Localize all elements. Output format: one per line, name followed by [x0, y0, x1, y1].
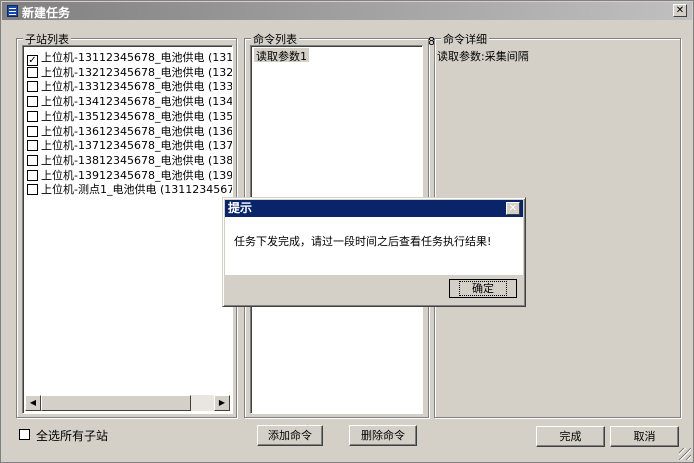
station-label: 上位机-13512345678_电池供电 (135123	[41, 109, 233, 123]
station-checkbox[interactable]	[27, 125, 38, 137]
station-label: 上位机-13412345678_电池供电 (134123	[41, 95, 233, 109]
station-label: 上位机-13612345678_电池供电 (136123	[41, 124, 233, 138]
station-label: 上位机-13812345678_电池供电 (138123	[41, 153, 233, 167]
station-label: 上位机-13312345678_电池供电 (133123	[41, 80, 233, 94]
station-list-hscrollbar[interactable]: ◀ ▶	[25, 395, 230, 411]
delete-command-button[interactable]: 删除命令	[349, 425, 417, 446]
station-list-item[interactable]: 上位机-13612345678_电池供电 (136123	[27, 123, 233, 138]
command-detail-group-title: 命令详细	[441, 31, 489, 47]
station-checkbox[interactable]	[27, 96, 38, 108]
cancel-button[interactable]: 取消	[610, 426, 679, 447]
station-label: 上位机-13112345678_电池供电 (131123	[41, 51, 233, 64]
station-label: 上位机-13212345678_电池供电 (132123	[41, 65, 233, 79]
dialog-title: 提示	[228, 201, 253, 215]
station-checkbox[interactable]	[27, 169, 38, 181]
station-checkbox[interactable]: ✓	[27, 55, 38, 66]
finish-button[interactable]: 完成	[536, 426, 605, 447]
station-checkbox[interactable]	[27, 66, 38, 78]
notice-dialog: 提示 ✕ 任务下发完成，请过一段时间之后查看任务执行结果! 确定	[222, 197, 526, 307]
station-checkbox[interactable]	[27, 154, 38, 166]
station-list-item[interactable]: 上位机-13212345678_电池供电 (132123	[27, 64, 233, 79]
dialog-title-bar: 提示 ✕	[225, 200, 523, 217]
station-checkbox[interactable]	[27, 184, 38, 196]
select-all-label: 全选所有子站	[36, 429, 109, 443]
dialog-ok-button[interactable]: 确定	[449, 279, 517, 298]
dialog-body: 任务下发完成，请过一段时间之后查看任务执行结果!	[225, 217, 523, 275]
select-all-checkbox[interactable]	[19, 429, 30, 440]
dialog-ok-label: 确定	[459, 281, 507, 296]
scroll-left-icon[interactable]: ◀	[25, 395, 41, 411]
dialog-close-button[interactable]: ✕	[506, 202, 520, 215]
station-list-item[interactable]: 上位机-测点1_电池供电 (13112345679)	[27, 181, 233, 197]
station-list-item[interactable]: 上位机-13512345678_电池供电 (135123	[27, 108, 233, 123]
station-checkbox[interactable]	[27, 110, 38, 122]
station-checkbox[interactable]	[27, 81, 38, 93]
title-bar: 新建任务 ✕	[2, 2, 692, 20]
command-detail-text: 读取参数:采集间隔	[437, 50, 529, 63]
station-list-item[interactable]: 上位机-13412345678_电池供电 (134123	[27, 93, 233, 109]
station-checkbox[interactable]	[27, 140, 38, 152]
command-list-item[interactable]: 读取参数1	[254, 48, 309, 63]
dialog-message: 任务下发完成，请过一段时间之后查看任务执行结果!	[234, 235, 492, 248]
station-list-item[interactable]: 上位机-13312345678_电池供电 (133123	[27, 78, 233, 94]
scroll-thumb[interactable]	[41, 395, 191, 411]
window-title: 新建任务	[22, 6, 71, 20]
add-command-button[interactable]: 添加命令	[257, 425, 323, 446]
station-list-item[interactable]: 上位机-13812345678_电池供电 (138123	[27, 152, 233, 167]
window-close-button[interactable]: ✕	[673, 4, 687, 17]
station-list-item[interactable]: 上位机-13912345678_电池供电 (139123	[27, 167, 233, 182]
station-label: 上位机-测点1_电池供电 (13112345679)	[41, 183, 233, 197]
scroll-right-icon[interactable]: ▶	[214, 395, 230, 411]
station-label: 上位机-13912345678_电池供电 (139123	[41, 168, 233, 182]
station-list-item[interactable]: ✓ 上位机-13112345678_电池供电 (131123	[27, 49, 233, 66]
station-label: 上位机-13712345678_电池供电 (137123	[41, 139, 233, 153]
station-list[interactable]: 上位机-测点1_电池供电 (13112345679) 上位机-1391234567…	[22, 45, 233, 414]
station-list-item[interactable]: 上位机-13712345678_电池供电 (137123	[27, 137, 233, 153]
resize-grip-icon[interactable]	[679, 448, 691, 460]
app-icon	[7, 5, 18, 17]
